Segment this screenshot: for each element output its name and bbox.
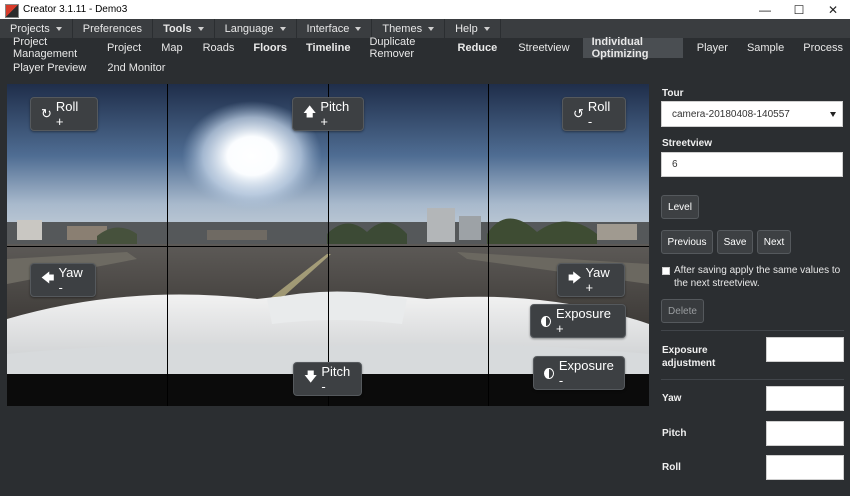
tab-project-management[interactable]: Project Management <box>0 36 95 60</box>
delete-button[interactable]: Delete <box>661 299 704 323</box>
streetview-value: 6 <box>672 159 678 170</box>
maximize-icon[interactable]: ☐ <box>782 0 816 19</box>
window-title: Creator 3.1.11 - Demo3 <box>23 4 128 15</box>
button-label: Roll - <box>587 99 611 129</box>
tab-individual-optimizing[interactable]: Individual Optimizing <box>582 36 683 60</box>
menu-language[interactable]: Language <box>215 19 297 38</box>
tab-player[interactable]: Player <box>683 38 735 58</box>
exposure-minus-button[interactable]: Exposure - <box>533 356 625 390</box>
caret-down-icon <box>483 26 490 31</box>
arrow-right-icon: 🡆 <box>568 270 582 285</box>
menu-label: Help <box>455 22 478 35</box>
yaw-label: Yaw <box>662 393 682 404</box>
button-label: Pitch - <box>321 364 351 394</box>
exposure-adjustment-label: Exposure adjustment <box>662 345 716 369</box>
menu-label: Tools <box>163 22 192 35</box>
tab-process[interactable]: Process <box>791 38 850 58</box>
tab-roads[interactable]: Roads <box>190 38 242 58</box>
yaw-input[interactable] <box>766 386 844 411</box>
app-logo-icon <box>5 3 19 18</box>
pitch-minus-button[interactable]: 🡇 Pitch - <box>293 362 362 396</box>
chevron-down-icon <box>830 112 836 117</box>
tab-map[interactable]: Map <box>148 38 189 58</box>
button-label: Roll + <box>55 99 79 129</box>
roll-label: Roll <box>662 462 681 473</box>
close-icon[interactable]: ✕ <box>816 0 850 19</box>
grid-line <box>488 84 489 406</box>
menu-label: Preferences <box>82 22 143 35</box>
tab-project[interactable]: Project <box>95 38 148 58</box>
button-label: Exposure + <box>556 306 611 336</box>
arrow-left-icon: 🡄 <box>41 270 55 285</box>
tab-sample[interactable]: Sample <box>735 38 791 58</box>
exposure-adjustment-input[interactable] <box>766 337 844 362</box>
exposure-plus-button[interactable]: Exposure + <box>530 304 626 338</box>
streetview-label: Streetview <box>662 138 713 149</box>
menu-label: Themes <box>382 22 423 35</box>
yaw-minus-button[interactable]: 🡄 Yaw - <box>30 263 96 297</box>
menu-label: Interface <box>306 22 350 35</box>
apply-next-label: After saving apply the same values to th… <box>674 265 841 289</box>
menu-label: Language <box>224 22 274 35</box>
menu-help[interactable]: Help <box>445 19 501 38</box>
tab-row-1: Project Management Project Map Roads Flo… <box>0 36 850 60</box>
tab-reduce[interactable]: Reduce <box>446 38 505 58</box>
tab-player-preview[interactable]: Player Preview <box>0 58 93 78</box>
tab-timeline[interactable]: Timeline <box>294 38 357 58</box>
pitch-label: Pitch <box>662 428 687 439</box>
pitch-plus-button[interactable]: 🡅 Pitch + <box>292 97 364 131</box>
rotate-counterclockwise-icon: ↺ <box>573 106 584 121</box>
settings-panel: Tour camera-20180408-140557 Streetview 6… <box>655 84 850 496</box>
contrast-icon <box>544 367 554 379</box>
rotate-clockwise-icon: ↻ <box>41 106 52 121</box>
tab-bar: Project Management Project Map Roads Flo… <box>0 36 850 80</box>
contrast-icon <box>541 315 552 327</box>
pitch-input[interactable] <box>766 421 844 446</box>
tab-2nd-monitor[interactable]: 2nd Monitor <box>93 58 172 78</box>
caret-down-icon <box>355 26 362 31</box>
tour-label: Tour <box>662 88 684 99</box>
divider <box>661 379 844 380</box>
roll-plus-button[interactable]: ↻ Roll + <box>30 97 98 131</box>
save-button[interactable]: Save <box>717 230 753 254</box>
button-label: Exposure - <box>558 358 614 388</box>
tab-floors[interactable]: Floors <box>241 38 294 58</box>
window-controls: — ☐ ✕ <box>748 0 850 19</box>
level-button[interactable]: Level <box>661 195 699 219</box>
caret-down-icon <box>197 26 204 31</box>
menu-tools[interactable]: Tools <box>153 19 215 38</box>
minimize-icon[interactable]: — <box>748 0 782 19</box>
button-label: Pitch + <box>320 99 350 129</box>
apply-next-checkbox[interactable] <box>662 267 670 275</box>
tour-select[interactable]: camera-20180408-140557 <box>661 101 843 127</box>
arrow-down-icon: 🡇 <box>304 369 318 384</box>
tour-value: camera-20180408-140557 <box>672 108 790 120</box>
caret-down-icon <box>279 26 286 31</box>
caret-down-icon <box>55 26 62 31</box>
menu-label: Projects <box>10 22 50 35</box>
roll-minus-button[interactable]: ↺ Roll - <box>562 97 626 131</box>
divider <box>661 330 844 331</box>
grid-line <box>167 84 168 406</box>
title-bar: Creator 3.1.11 - Demo3 — ☐ ✕ <box>0 0 850 19</box>
grid-line <box>328 84 329 406</box>
tab-streetview[interactable]: Streetview <box>504 38 576 58</box>
previous-button[interactable]: Previous <box>661 230 713 254</box>
panorama-viewer[interactable]: ↻ Roll + 🡅 Pitch + ↺ Roll - 🡄 Yaw - 🡆 Yaw + E… <box>7 84 649 406</box>
grid-line <box>7 246 649 247</box>
streetview-input[interactable]: 6 <box>661 152 843 177</box>
button-label: Yaw + <box>585 265 610 295</box>
caret-down-icon <box>428 26 435 31</box>
tab-duplicate-remover[interactable]: Duplicate Remover <box>357 36 445 60</box>
next-button[interactable]: Next <box>757 230 791 254</box>
arrow-up-icon: 🡅 <box>303 104 317 119</box>
button-label: Yaw - <box>58 265 83 295</box>
menu-interface[interactable]: Interface <box>297 19 373 38</box>
yaw-plus-button[interactable]: 🡆 Yaw + <box>557 263 625 297</box>
tab-row-2: Player Preview 2nd Monitor <box>0 58 172 78</box>
roll-input[interactable] <box>766 455 844 480</box>
